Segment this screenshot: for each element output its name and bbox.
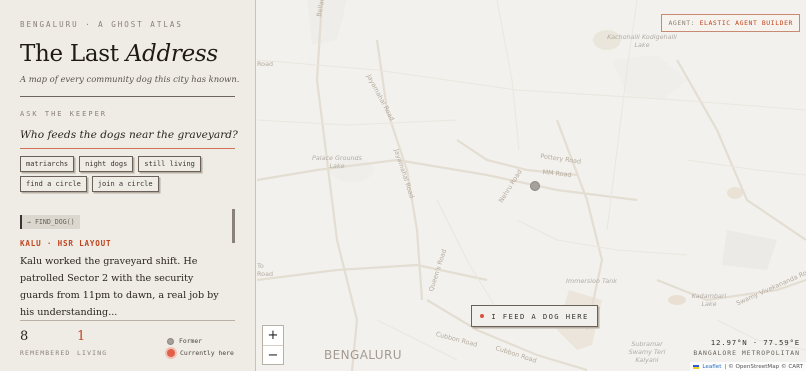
feed-dog-button[interactable]: I FEED A DOG HERE — [471, 305, 598, 327]
page-title: The Last Address — [20, 41, 235, 67]
city-label: BENGALURU — [324, 348, 402, 362]
feed-dot-icon — [480, 314, 485, 318]
zoom-control: + − — [262, 325, 284, 365]
region-name: BANGALORE METROPOLITAN — [693, 349, 800, 357]
chip-matriarchs[interactable]: matriarchs — [20, 156, 75, 172]
result-scrollbar[interactable] — [232, 209, 235, 243]
map-label-kodigehalli-lake: Kachohalli Kodigehalli Lake — [607, 33, 677, 49]
divider — [20, 320, 235, 321]
title-main: The Last — [20, 41, 119, 67]
leaflet-link[interactable]: Leaflet — [702, 364, 721, 370]
chip-find-a-circle[interactable]: find a circle — [20, 176, 87, 192]
legend-former: Former — [167, 337, 202, 345]
ukraine-flag-icon — [693, 364, 700, 369]
zoom-in-button[interactable]: + — [263, 326, 283, 345]
dog-story: Kalu worked the graveyard shift. He patr… — [20, 256, 219, 318]
current-dot-icon — [167, 349, 175, 357]
map-label-palace-grounds: Palace Grounds Lake — [312, 154, 362, 170]
question-input[interactable]: Who feeds the dogs near the graveyard? — [20, 129, 238, 149]
zoom-out-button[interactable]: − — [263, 345, 283, 364]
atlas-eyebrow: BENGALURU · A GHOST ATLAS — [20, 20, 183, 29]
suggestion-chips: matriarchs night dogs still living find … — [20, 156, 235, 192]
function-call-pill: → FIND_DOG() — [20, 215, 80, 229]
map-label-subramar-temple: Subramar Swamy Teri Kalyani — [628, 340, 666, 364]
chip-night-dogs[interactable]: night dogs — [79, 156, 134, 172]
chip-join-a-circle[interactable]: join a circle — [91, 176, 159, 192]
remembered-label: REMEMBERED — [20, 349, 71, 357]
legend-current: Currently here — [167, 349, 234, 357]
attribution-text[interactable]: | © OpenStreetMap © CART — [724, 364, 803, 370]
dog-marker-former[interactable] — [530, 181, 540, 191]
coordinates-readout: 12.97°N · 77.59°E BANGALORE METROPOLITAN — [693, 338, 800, 357]
dog-title[interactable]: KALU · HSR LAYOUT — [20, 239, 235, 248]
map-label-immersion-tank: Immersion Tank — [566, 277, 617, 285]
remembered-count: 8 — [20, 329, 29, 344]
former-dot-icon — [167, 337, 174, 345]
coordinates-value: 12.97°N · 77.59°E — [710, 338, 800, 347]
legend-former-label: Former — [179, 337, 203, 345]
agent-badge-value: ELASTIC AGENT BUILDER — [699, 19, 793, 27]
living-count: 1 — [77, 329, 86, 344]
stats-bar: 8 REMEMBERED 1 LIVING Former Currently h… — [20, 329, 235, 359]
map-label-road-left-2: To Road — [257, 262, 274, 278]
legend-current-label: Currently here — [180, 349, 234, 357]
chip-still-living[interactable]: still living — [138, 156, 201, 172]
map-label-road-left: Road — [257, 60, 274, 68]
ask-keeper-label: ASK THE KEEPER — [20, 110, 108, 118]
agent-badge-label: AGENT: — [668, 19, 696, 27]
living-label: LIVING — [77, 349, 108, 357]
map-canvas[interactable]: Bellary Road Kachohalli Kodigehalli Lake… — [257, 0, 806, 371]
map-label-kadambari-lake: Kadambari Lake — [691, 292, 727, 308]
sidebar: BENGALURU · A GHOST ATLAS The Last Addre… — [0, 0, 256, 371]
map-attribution: Leaflet | © OpenStreetMap © CART — [690, 362, 806, 371]
title-italic: Address — [125, 41, 218, 67]
agent-badge: AGENT: ELASTIC AGENT BUILDER — [661, 14, 800, 32]
agent-result: → FIND_DOG() KALU · HSR LAYOUT Kalu work… — [20, 209, 235, 318]
divider — [20, 96, 235, 97]
feed-dog-label: I FEED A DOG HERE — [491, 311, 589, 321]
page-subtitle: A map of every community dog this city h… — [20, 74, 240, 84]
